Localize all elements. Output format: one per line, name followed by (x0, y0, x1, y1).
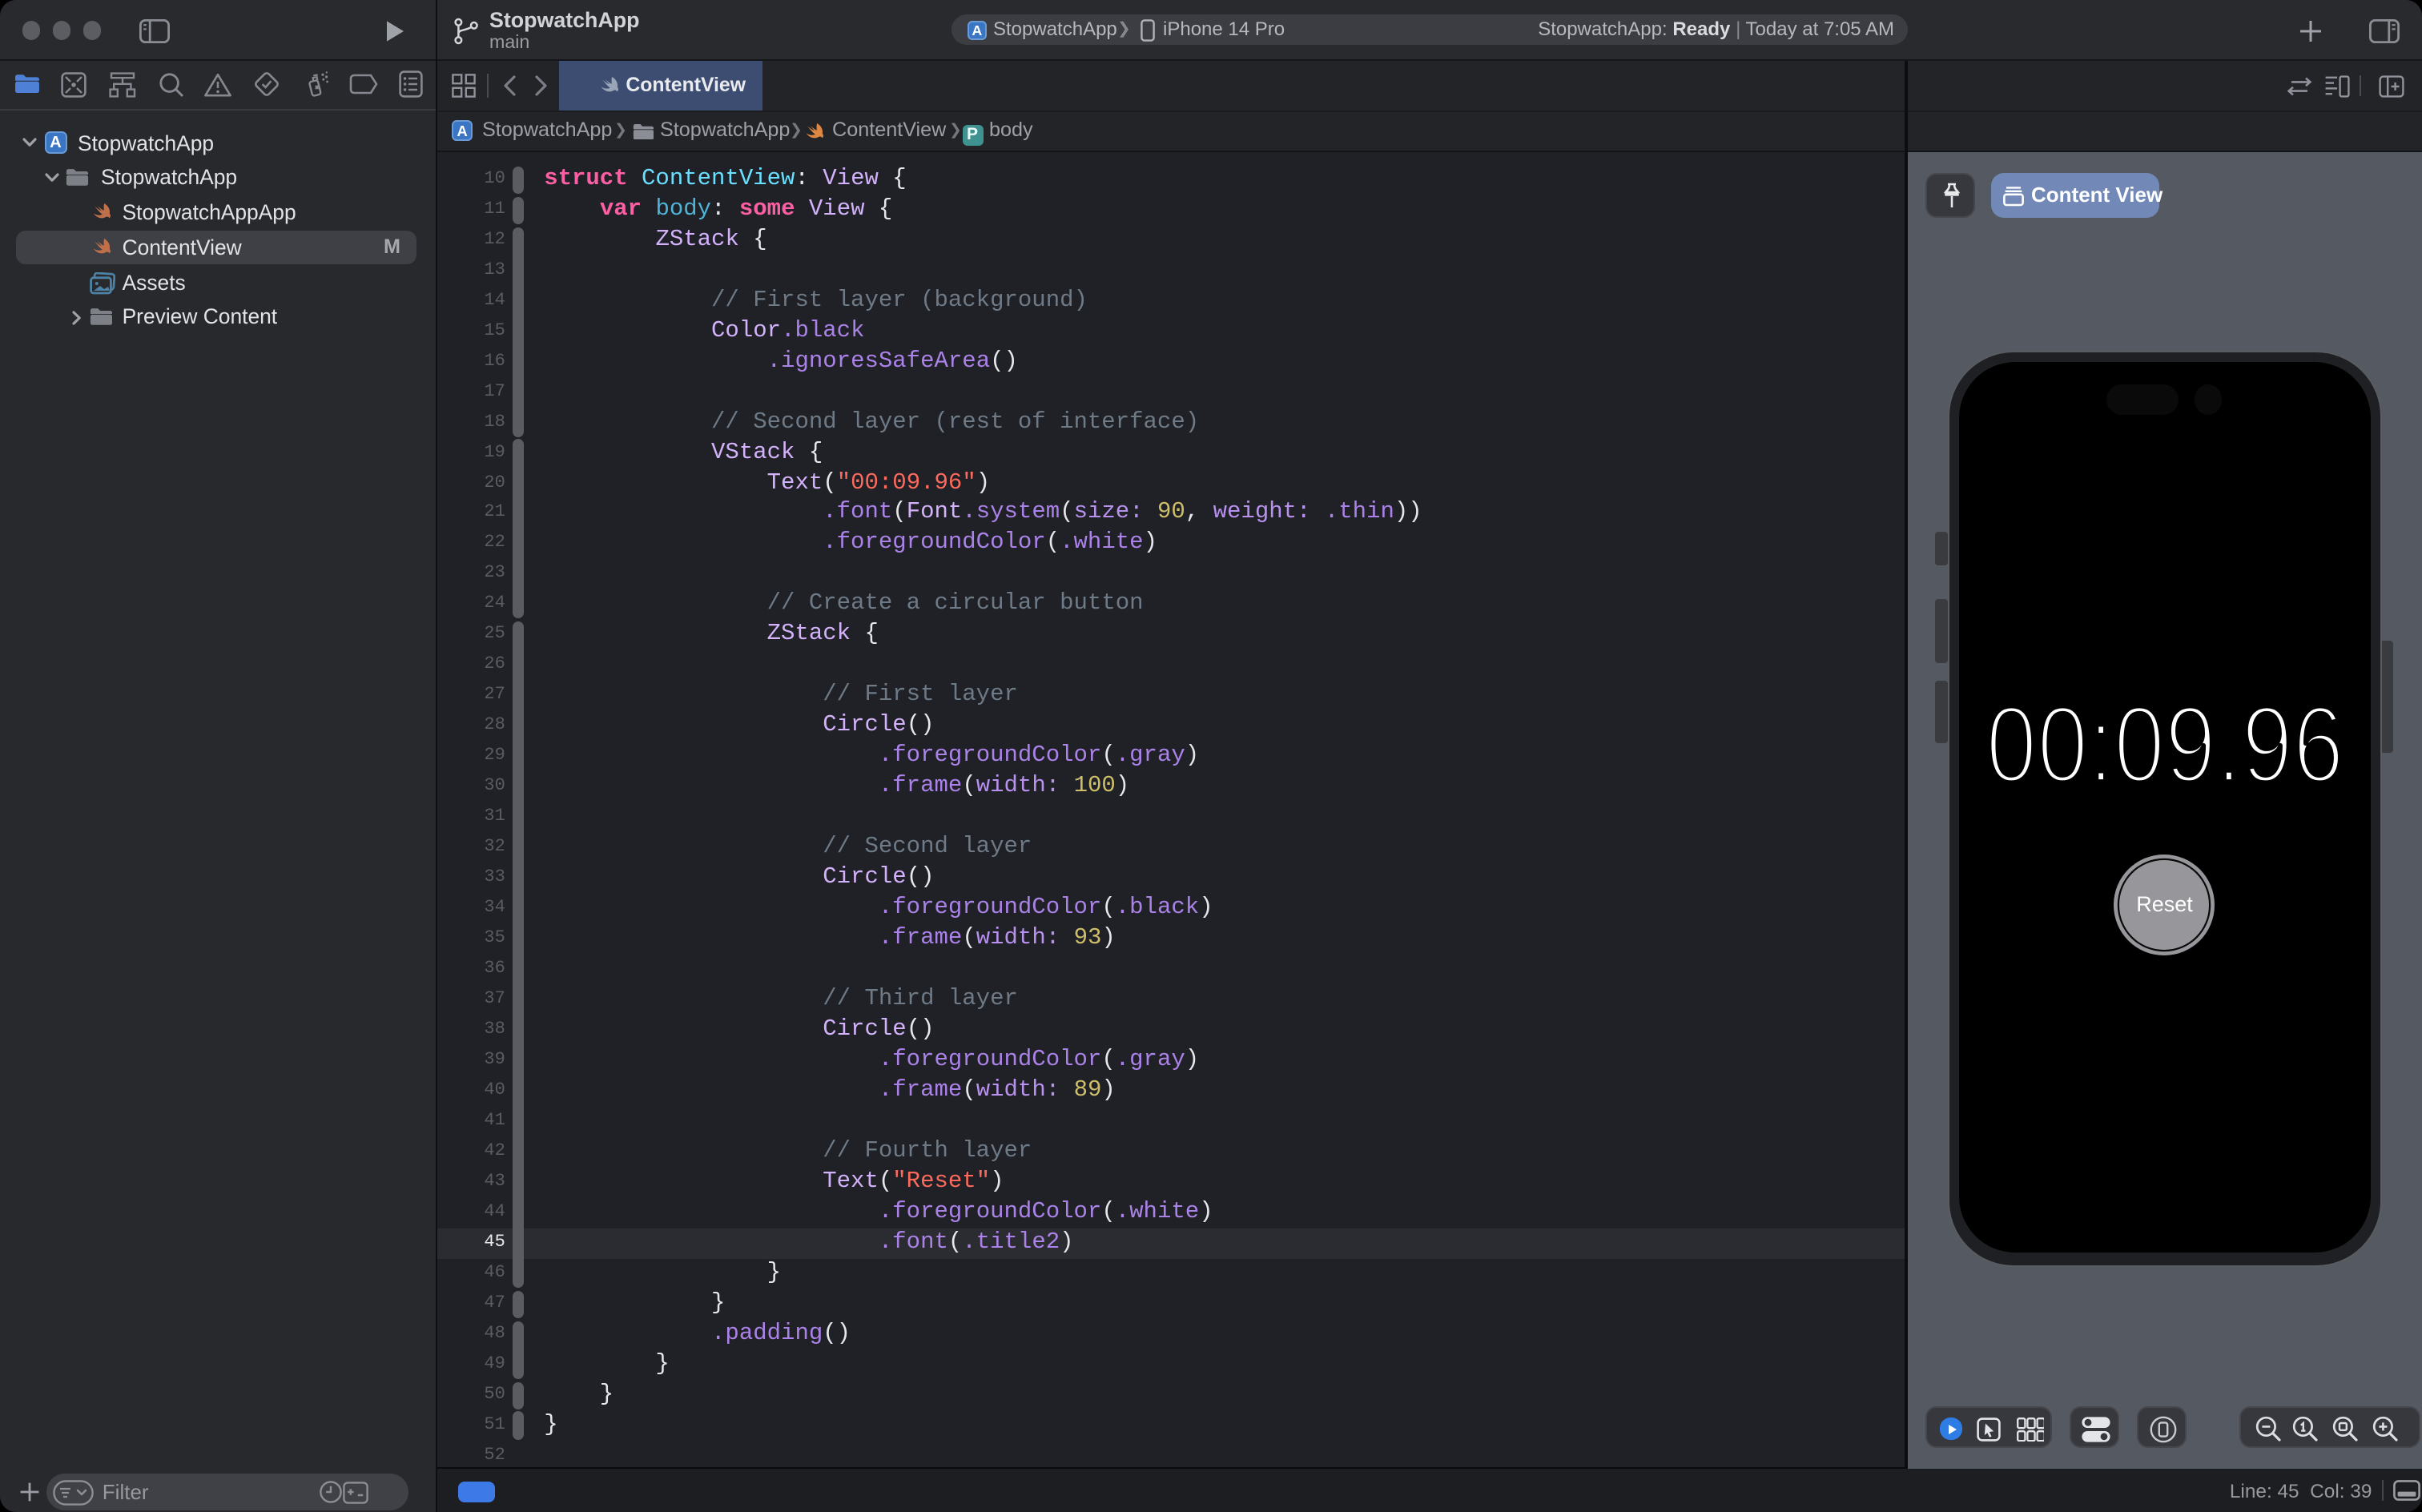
svg-text:00:09.96: 00:09.96 (1985, 684, 2344, 806)
